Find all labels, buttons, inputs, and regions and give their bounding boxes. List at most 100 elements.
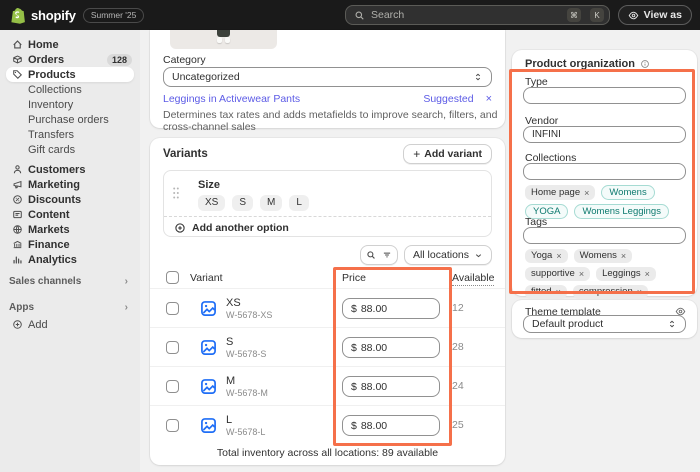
select-chevrons-icon bbox=[667, 319, 677, 329]
sidebar-item-analytics[interactable]: Analytics bbox=[0, 252, 140, 267]
product-media-thumbnail[interactable] bbox=[170, 30, 277, 49]
sidebar-item-home[interactable]: Home bbox=[0, 37, 140, 52]
vendor-input-field[interactable] bbox=[532, 129, 677, 140]
sidebar-item-marketing[interactable]: Marketing bbox=[0, 177, 140, 192]
price-value: 88.00 bbox=[361, 303, 387, 315]
remove-chip-icon[interactable]: × bbox=[584, 187, 589, 199]
sidebar-label: Orders bbox=[28, 54, 64, 66]
collection-suggestion-chip[interactable]: Womens Leggings bbox=[574, 204, 669, 219]
sidebar-sublabel: Collections bbox=[28, 84, 82, 96]
variant-media-icon[interactable] bbox=[200, 378, 217, 395]
sales-channels-section[interactable]: Sales channels › bbox=[0, 274, 140, 289]
price-input[interactable]: $ 88.00 bbox=[342, 415, 440, 436]
tag-chip[interactable]: fitted× bbox=[525, 285, 567, 299]
row-checkbox[interactable] bbox=[166, 302, 179, 315]
analytics-bars-icon bbox=[12, 254, 23, 265]
remove-chip-icon[interactable]: × bbox=[621, 250, 626, 262]
global-search[interactable]: Search ⌘ K bbox=[345, 5, 610, 25]
theme-template-select[interactable]: Default product bbox=[523, 315, 686, 333]
select-all-checkbox[interactable] bbox=[166, 271, 179, 284]
sidebar-item-collections[interactable]: Collections bbox=[0, 82, 140, 97]
category-value: Uncategorized bbox=[172, 71, 240, 83]
locations-dropdown[interactable]: All locations bbox=[404, 245, 492, 265]
variant-media-icon[interactable] bbox=[200, 417, 217, 434]
info-icon[interactable] bbox=[640, 59, 650, 69]
sidebar-label: Add bbox=[28, 319, 48, 331]
home-icon bbox=[12, 39, 23, 50]
category-select[interactable]: Uncategorized bbox=[163, 67, 492, 87]
option-name[interactable]: Size bbox=[198, 179, 220, 191]
tag-chip[interactable]: Yoga× bbox=[525, 249, 568, 263]
remove-chip-icon[interactable]: × bbox=[579, 268, 584, 280]
option-value-chip[interactable]: XS bbox=[198, 195, 225, 211]
vendor-input[interactable] bbox=[523, 126, 686, 143]
shopify-logo[interactable]: shopify bbox=[10, 7, 76, 24]
tag-chip[interactable]: compression× bbox=[573, 285, 648, 299]
row-checkbox[interactable] bbox=[166, 341, 179, 354]
sidebar-item-content[interactable]: Content bbox=[0, 207, 140, 222]
variant-option-group: Size XS S M L Add another option bbox=[163, 170, 492, 237]
shopify-admin-product-page: shopify Summer '25 Search ⌘ K View as bbox=[0, 0, 700, 472]
tag-chip[interactable]: supportive × bbox=[525, 267, 590, 281]
locations-value: All locations bbox=[413, 249, 469, 261]
variant-row-xs[interactable]: XS W-5678-XS $ 88.00 12 bbox=[150, 288, 505, 328]
currency-prefix: $ bbox=[351, 381, 357, 393]
variant-media-icon[interactable] bbox=[200, 339, 217, 356]
view-as-label: View as bbox=[644, 9, 682, 21]
dismiss-suggestion-icon[interactable]: × bbox=[486, 93, 492, 105]
row-checkbox[interactable] bbox=[166, 419, 179, 432]
remove-chip-icon[interactable]: × bbox=[556, 286, 561, 298]
sidebar-item-purchase-orders[interactable]: Purchase orders bbox=[0, 112, 140, 127]
type-input[interactable] bbox=[523, 87, 686, 104]
price-value: 88.00 bbox=[361, 342, 387, 354]
remove-chip-icon[interactable]: × bbox=[637, 286, 642, 298]
option-value-chip[interactable]: M bbox=[260, 195, 282, 211]
tag-chip[interactable]: Leggings× bbox=[596, 267, 656, 281]
sidebar-item-customers[interactable]: Customers bbox=[0, 162, 140, 177]
variant-media-icon[interactable] bbox=[200, 300, 217, 317]
drag-handle-icon[interactable] bbox=[172, 186, 180, 200]
price-input[interactable]: $ 88.00 bbox=[342, 376, 440, 397]
variant-row-s[interactable]: S W-5678-S $ 88.00 28 bbox=[150, 327, 505, 367]
tag-chips: Yoga× Womens× supportive × Leggings× fitt… bbox=[525, 249, 689, 299]
search-icon bbox=[366, 250, 376, 260]
sidebar-item-orders[interactable]: Orders 128 bbox=[0, 52, 140, 67]
category-suggestion-link[interactable]: Leggings in Activewear Pants bbox=[163, 93, 300, 105]
product-organization-card: Product organization Type Vendor Collect… bbox=[512, 50, 697, 296]
variant-row-l[interactable]: L W-5678-L $ 88.00 25 bbox=[150, 405, 505, 445]
search-filter-button[interactable] bbox=[360, 245, 398, 265]
add-another-option-button[interactable]: Add another option bbox=[174, 222, 289, 234]
sidebar-item-inventory[interactable]: Inventory bbox=[0, 97, 140, 112]
column-available: Available bbox=[452, 272, 494, 286]
type-input-field[interactable] bbox=[532, 90, 677, 101]
variant-row-m[interactable]: M W-5678-M $ 88.00 24 bbox=[150, 366, 505, 406]
price-input[interactable]: $ 88.00 bbox=[342, 337, 440, 358]
tags-input[interactable] bbox=[523, 227, 686, 244]
category-card: Category Uncategorized Leggings in Activ… bbox=[150, 30, 505, 128]
chip-label: supportive bbox=[531, 268, 575, 280]
option-value-chip[interactable]: L bbox=[289, 195, 309, 211]
sidebar-item-finance[interactable]: Finance bbox=[0, 237, 140, 252]
collection-chip-home-page[interactable]: Home page × bbox=[525, 185, 595, 200]
row-checkbox[interactable] bbox=[166, 380, 179, 393]
apps-section[interactable]: Apps › bbox=[0, 300, 140, 315]
plus-circle-icon bbox=[174, 222, 186, 234]
remove-chip-icon[interactable]: × bbox=[645, 268, 650, 280]
collections-input[interactable] bbox=[523, 163, 686, 180]
tags-input-field[interactable] bbox=[532, 230, 677, 241]
theme-template-value: Default product bbox=[532, 318, 603, 330]
view-as-button[interactable]: View as bbox=[618, 5, 692, 25]
sidebar-item-products[interactable]: Products bbox=[6, 67, 134, 82]
sidebar-item-transfers[interactable]: Transfers bbox=[0, 127, 140, 142]
add-variant-button[interactable]: + Add variant bbox=[403, 144, 492, 164]
sidebar-item-add-app[interactable]: Add bbox=[0, 317, 140, 332]
collection-suggestion-chip[interactable]: Womens bbox=[601, 185, 654, 200]
sidebar-item-discounts[interactable]: Discounts bbox=[0, 192, 140, 207]
sidebar-item-gift-cards[interactable]: Gift cards bbox=[0, 142, 140, 157]
collections-input-field[interactable] bbox=[532, 166, 677, 177]
sidebar-item-markets[interactable]: Markets bbox=[0, 222, 140, 237]
tag-chip[interactable]: Womens× bbox=[574, 249, 633, 263]
price-input[interactable]: $ 88.00 bbox=[342, 298, 440, 319]
remove-chip-icon[interactable]: × bbox=[556, 250, 561, 262]
option-value-chip[interactable]: S bbox=[232, 195, 253, 211]
